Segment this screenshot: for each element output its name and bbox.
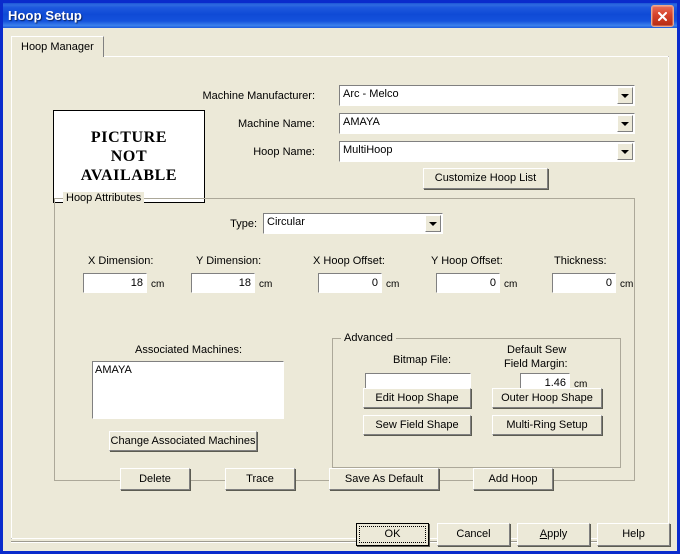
x-dimension-label: X Dimension:	[88, 255, 154, 267]
type-label: Type:	[230, 218, 257, 230]
associated-machines-label: Associated Machines:	[135, 344, 242, 356]
x-hoop-offset-label: X Hoop Offset:	[313, 255, 385, 267]
help-button[interactable]: Help	[597, 523, 670, 546]
sew-field-shape-button[interactable]: Sew Field Shape	[363, 415, 471, 435]
machine-manufacturer-label: Machine Manufacturer:	[202, 90, 316, 102]
hoop-name-label: Hoop Name:	[253, 146, 315, 158]
picture-placeholder-line2: NOT	[110, 148, 148, 165]
bitmap-file-label: Bitmap File:	[393, 354, 452, 366]
apply-label-rest: pply	[547, 528, 568, 540]
machine-name-value: AMAYA	[343, 116, 380, 128]
multi-ring-setup-button[interactable]: Multi-Ring Setup	[492, 415, 602, 435]
machine-name-label: Machine Name:	[237, 118, 315, 130]
x-hoop-offset-input[interactable]: 0	[318, 273, 382, 293]
window-title: Hoop Setup	[8, 8, 82, 23]
save-as-default-button[interactable]: Save As Default	[329, 468, 439, 490]
sew-field-margin-label-line2: Field Margin:	[504, 358, 568, 370]
dialog-client-area: Hoop Manager PICTURE NOT AVAILABLE Machi…	[3, 28, 677, 551]
chevron-down-icon[interactable]	[425, 215, 441, 232]
chevron-down-icon[interactable]	[617, 87, 633, 104]
cancel-button[interactable]: Cancel	[437, 523, 510, 546]
associated-machines-listbox[interactable]: AMAYA	[92, 361, 284, 419]
hoop-attributes-group-title: Hoop Attributes	[63, 192, 145, 204]
thickness-input[interactable]: 0	[552, 273, 616, 293]
hoop-name-combo[interactable]: MultiHoop	[339, 141, 635, 162]
y-hoop-offset-label: Y Hoop Offset:	[431, 255, 503, 267]
thickness-label: Thickness:	[554, 255, 607, 267]
title-bar[interactable]: Hoop Setup	[3, 3, 677, 28]
ok-button-label: OK	[384, 528, 401, 540]
delete-button[interactable]: Delete	[120, 468, 190, 490]
y-hoop-offset-unit: cm	[504, 279, 518, 290]
y-dimension-label: Y Dimension:	[196, 255, 262, 267]
hoop-setup-dialog: Hoop Setup Hoop Manager PICTURE NOT AVAI…	[0, 0, 680, 554]
add-hoop-button[interactable]: Add Hoop	[473, 468, 553, 490]
hoop-name-value: MultiHoop	[343, 144, 393, 156]
machine-manufacturer-combo[interactable]: Arc - Melco	[339, 85, 635, 106]
picture-placeholder-line1: PICTURE	[90, 129, 168, 146]
machine-manufacturer-value: Arc - Melco	[343, 88, 399, 100]
x-dimension-input[interactable]: 18	[83, 273, 147, 293]
change-associated-machines-button[interactable]: Change Associated Machines	[109, 431, 257, 451]
hoop-type-combo[interactable]: Circular	[263, 213, 443, 234]
apply-accelerator: A	[539, 528, 548, 540]
x-dimension-unit: cm	[151, 279, 165, 290]
trace-button[interactable]: Trace	[225, 468, 295, 490]
y-dimension-input[interactable]: 18	[191, 273, 255, 293]
customize-hoop-list-button[interactable]: Customize Hoop List	[423, 168, 548, 189]
thickness-unit: cm	[620, 279, 634, 290]
sew-field-margin-label-line1: Default Sew	[507, 344, 567, 356]
tab-strip: Hoop Manager	[11, 36, 669, 58]
hoop-type-value: Circular	[267, 216, 305, 228]
tab-hoop-manager[interactable]: Hoop Manager	[11, 36, 104, 57]
y-dimension-unit: cm	[259, 279, 273, 290]
edit-hoop-shape-button[interactable]: Edit Hoop Shape	[363, 388, 471, 408]
advanced-group-title: Advanced	[341, 332, 396, 344]
outer-hoop-shape-button[interactable]: Outer Hoop Shape	[492, 388, 602, 408]
close-x-glyph	[657, 11, 668, 21]
ok-button[interactable]: OK	[356, 523, 429, 546]
list-item[interactable]: AMAYA	[95, 363, 283, 377]
chevron-down-icon[interactable]	[617, 143, 633, 160]
chevron-down-icon[interactable]	[617, 115, 633, 132]
tab-hoop-manager-label: Hoop Manager	[21, 41, 94, 53]
x-hoop-offset-unit: cm	[386, 279, 400, 290]
apply-button[interactable]: Apply	[517, 523, 590, 546]
tab-panel-seam	[12, 56, 95, 58]
close-icon[interactable]	[651, 5, 674, 27]
machine-name-combo[interactable]: AMAYA	[339, 113, 635, 134]
picture-placeholder-line3: AVAILABLE	[80, 167, 178, 184]
y-hoop-offset-input[interactable]: 0	[436, 273, 500, 293]
hoop-picture-preview: PICTURE NOT AVAILABLE	[53, 110, 205, 203]
